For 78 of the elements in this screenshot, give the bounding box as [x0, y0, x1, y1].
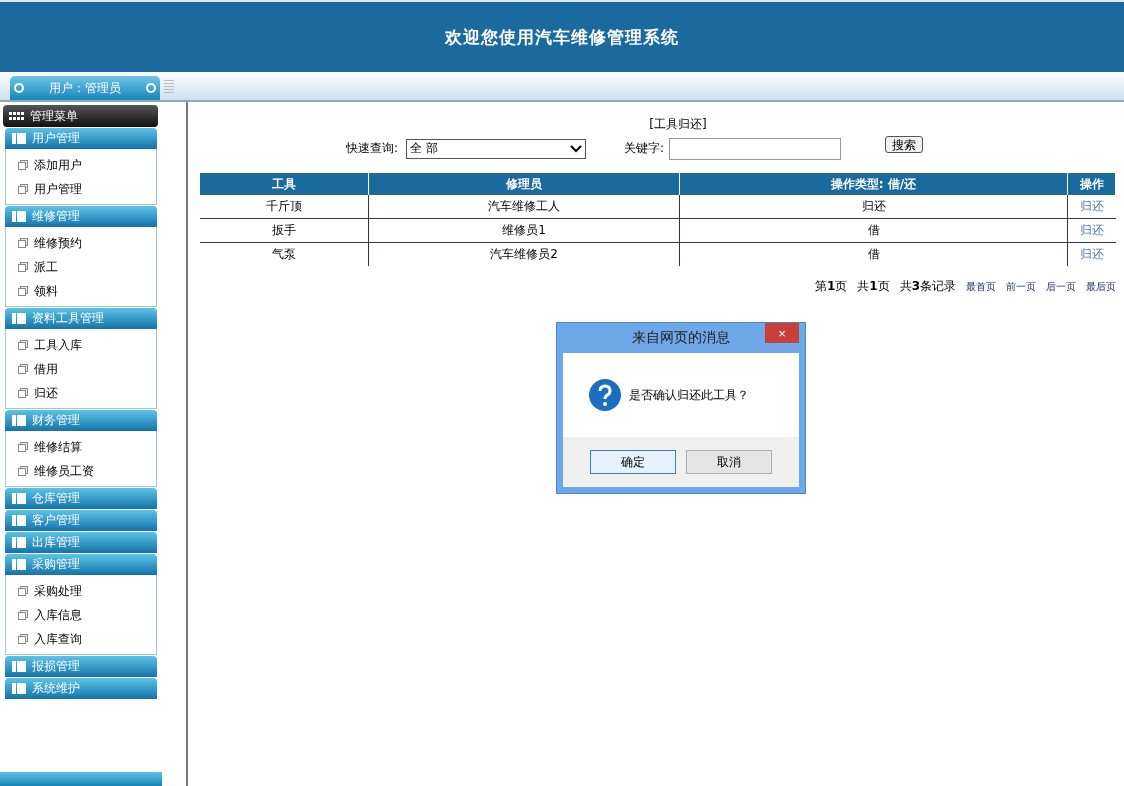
pagination-info: 共1页: [857, 278, 890, 295]
table-cell: 气泵: [200, 242, 369, 266]
pagination-info: 共3条记录: [899, 278, 956, 295]
panel-icon: [12, 415, 26, 426]
dialog-button[interactable]: 取消: [686, 450, 772, 474]
table-cell: 扳手: [200, 218, 369, 243]
keyword-field[interactable]: [669, 137, 842, 160]
page-icon: [18, 340, 28, 350]
panel-icon: [12, 211, 26, 222]
table-cell: 汽车维修员2: [368, 242, 680, 266]
page-icon: [18, 388, 28, 398]
panel-icon: [12, 661, 26, 672]
page-title: [工具归还]: [648, 116, 708, 133]
menu-item[interactable]: 入库信息: [34, 606, 82, 624]
column-header: 工具: [200, 173, 369, 195]
pagination-link[interactable]: 最首页: [966, 279, 996, 294]
page-icon: [18, 160, 28, 170]
column-header: 操作类型: 借/还: [679, 173, 1068, 195]
menu-item[interactable]: 工具入库: [34, 336, 82, 354]
panel-icon: [12, 559, 26, 570]
table-cell: 汽车维修工人: [368, 195, 680, 219]
page-icon: [18, 364, 28, 374]
menu-item[interactable]: 添加用户: [34, 156, 82, 174]
close-button[interactable]: ×: [765, 323, 799, 343]
user-label: 用户：管理员: [49, 79, 121, 97]
menu-item[interactable]: 维修员工资: [34, 462, 94, 480]
menu-item[interactable]: 借用: [34, 360, 58, 378]
ring-icon: [14, 83, 24, 93]
return-link[interactable]: 归还: [1079, 199, 1104, 213]
page-icon: [18, 262, 28, 272]
menu-item[interactable]: 领料: [34, 282, 58, 300]
page-icon: [18, 442, 28, 452]
panel-icon: [12, 493, 26, 504]
page-icon: [18, 610, 28, 620]
menu-item[interactable]: 维修预约: [34, 234, 82, 252]
dialog-button[interactable]: 确定: [590, 450, 676, 474]
menu-item[interactable]: 采购处理: [34, 582, 82, 600]
table-cell: 归还: [679, 195, 1068, 219]
dialog-title: 来自网页的消息: [632, 329, 730, 347]
panel-icon: [12, 537, 26, 548]
table-cell: 千斤顶: [200, 195, 369, 219]
system-title: 欢迎您使用汽车维修管理系统: [445, 25, 679, 49]
return-link[interactable]: 归还: [1079, 223, 1104, 237]
return-link[interactable]: 归还: [1079, 247, 1104, 261]
menu-item[interactable]: 维修结算: [34, 438, 82, 456]
pagination-info: 第1页: [814, 278, 848, 295]
column-header: 修理员: [368, 173, 680, 195]
menu-item[interactable]: 入库查询: [34, 630, 82, 648]
pagination-link[interactable]: 后一页: [1046, 279, 1076, 294]
menu-item[interactable]: 归还: [34, 384, 58, 402]
column-header: 操作: [1067, 173, 1116, 195]
table-cell: 借: [679, 218, 1068, 243]
menu-item[interactable]: 派工: [34, 258, 58, 276]
panel-icon: [12, 133, 26, 144]
dialog-message: 是否确认归还此工具？: [629, 386, 749, 404]
panel-icon: [12, 313, 26, 324]
question-icon: [589, 379, 621, 411]
quick-search-dropdown[interactable]: 全 部: [406, 138, 587, 159]
page-icon: [18, 586, 28, 596]
page-icon: [18, 238, 28, 248]
page-icon: [18, 634, 28, 644]
panel-icon: [12, 683, 26, 694]
page-icon: [18, 184, 28, 194]
table-cell: 维修员1: [368, 218, 680, 243]
ring-icon: [146, 83, 156, 93]
table-cell: 借: [679, 242, 1068, 266]
quick-search-label: 快速查询:: [346, 140, 399, 157]
keyword-label: 关键字:: [624, 140, 665, 157]
search-button[interactable]: 搜索: [885, 136, 924, 153]
menu-title: 管理菜单: [30, 107, 78, 125]
page-icon: [18, 466, 28, 476]
page-icon: [18, 286, 28, 296]
panel-icon: [12, 515, 26, 526]
grid-icon: [9, 110, 25, 122]
menu-item[interactable]: 用户管理: [34, 180, 82, 198]
pagination-link[interactable]: 最后页: [1086, 279, 1116, 294]
chevron-down-icon: [570, 144, 583, 153]
pagination-link[interactable]: 前一页: [1006, 279, 1036, 294]
